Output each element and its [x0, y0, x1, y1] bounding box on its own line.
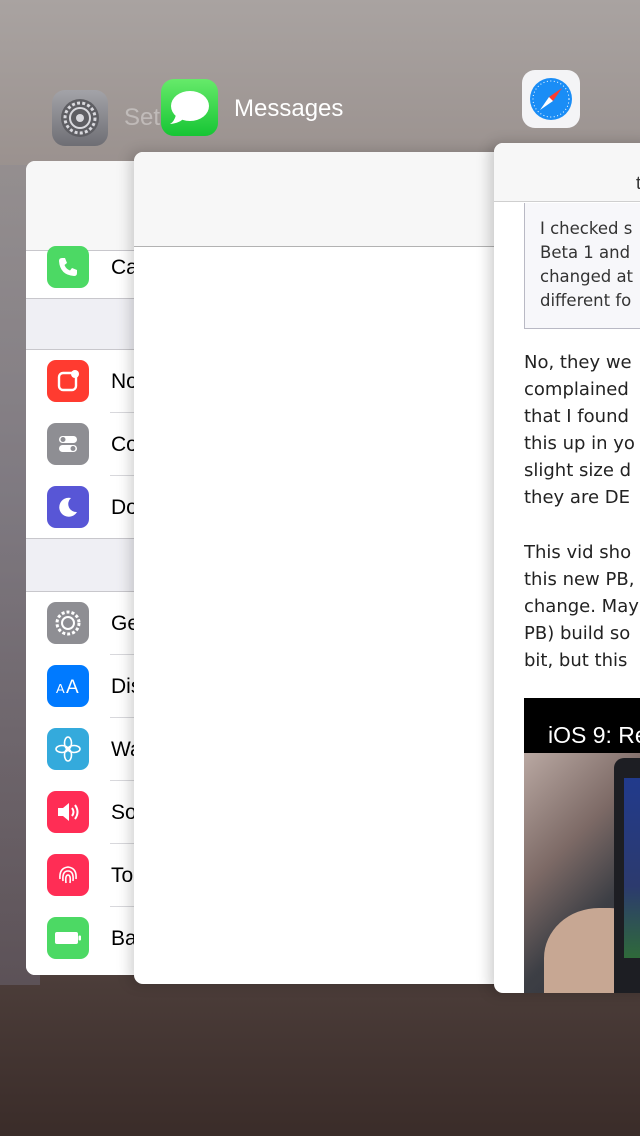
quote-line: Beta 1 and [540, 243, 631, 262]
settings-row-label: To [111, 864, 134, 887]
video-phone-screen [624, 778, 640, 958]
moon-icon [47, 486, 89, 528]
quote-box: I checked s Beta 1 and changed at differ… [524, 203, 640, 329]
control-center-icon [47, 423, 89, 465]
svg-text:A: A [56, 681, 65, 696]
messages-card[interactable] [134, 152, 504, 984]
paragraph-line: This vid sho [524, 542, 632, 563]
safari-app-icon[interactable] [522, 70, 580, 128]
fingerprint-icon [47, 854, 89, 896]
safari-card[interactable]: t I checked s Beta 1 and changed at diff… [494, 143, 640, 993]
paragraph-line: this up in yo [524, 433, 635, 454]
paragraph-line: No, they we [524, 352, 632, 373]
phone-icon [47, 246, 89, 288]
quote-line: different fo [540, 291, 632, 310]
embedded-video[interactable]: iOS 9: Re [524, 698, 640, 993]
messages-nav-bar [134, 152, 504, 247]
paragraph-line: that I found [524, 406, 629, 427]
safari-nav-bar: t [494, 143, 640, 202]
paragraph-line: bit, but this [524, 650, 628, 671]
settings-row-label: So [111, 801, 137, 824]
speaker-icon [47, 791, 89, 833]
paragraph-line: they are DE [524, 487, 630, 508]
post-paragraph: This vid sho this new PB, change. May PB… [524, 539, 640, 674]
paragraph-line: complained [524, 379, 629, 400]
post-paragraph: No, they we complained that I found this… [524, 349, 640, 511]
battery-icon [47, 917, 89, 959]
quote-line: changed at [540, 267, 634, 286]
settings-app-name: Set [124, 104, 161, 131]
settings-row-label: Ba [111, 927, 137, 950]
gear-icon [47, 602, 89, 644]
settings-app-icon[interactable] [52, 90, 108, 146]
messages-app-icon[interactable] [161, 79, 218, 136]
notifications-icon [47, 360, 89, 402]
safari-nav-text: t [636, 173, 640, 193]
paragraph-line: change. May [524, 596, 639, 617]
paragraph-line: PB) build so [524, 623, 631, 644]
messages-app-name: Messages [234, 95, 344, 122]
paragraph-line: slight size d [524, 460, 632, 481]
quote-line: I checked s [540, 219, 633, 238]
text-size-icon: AA [47, 665, 89, 707]
paragraph-line: this new PB, [524, 569, 635, 590]
svg-text:A: A [66, 677, 79, 697]
video-title: iOS 9: Re [548, 722, 640, 748]
flower-icon [47, 728, 89, 770]
